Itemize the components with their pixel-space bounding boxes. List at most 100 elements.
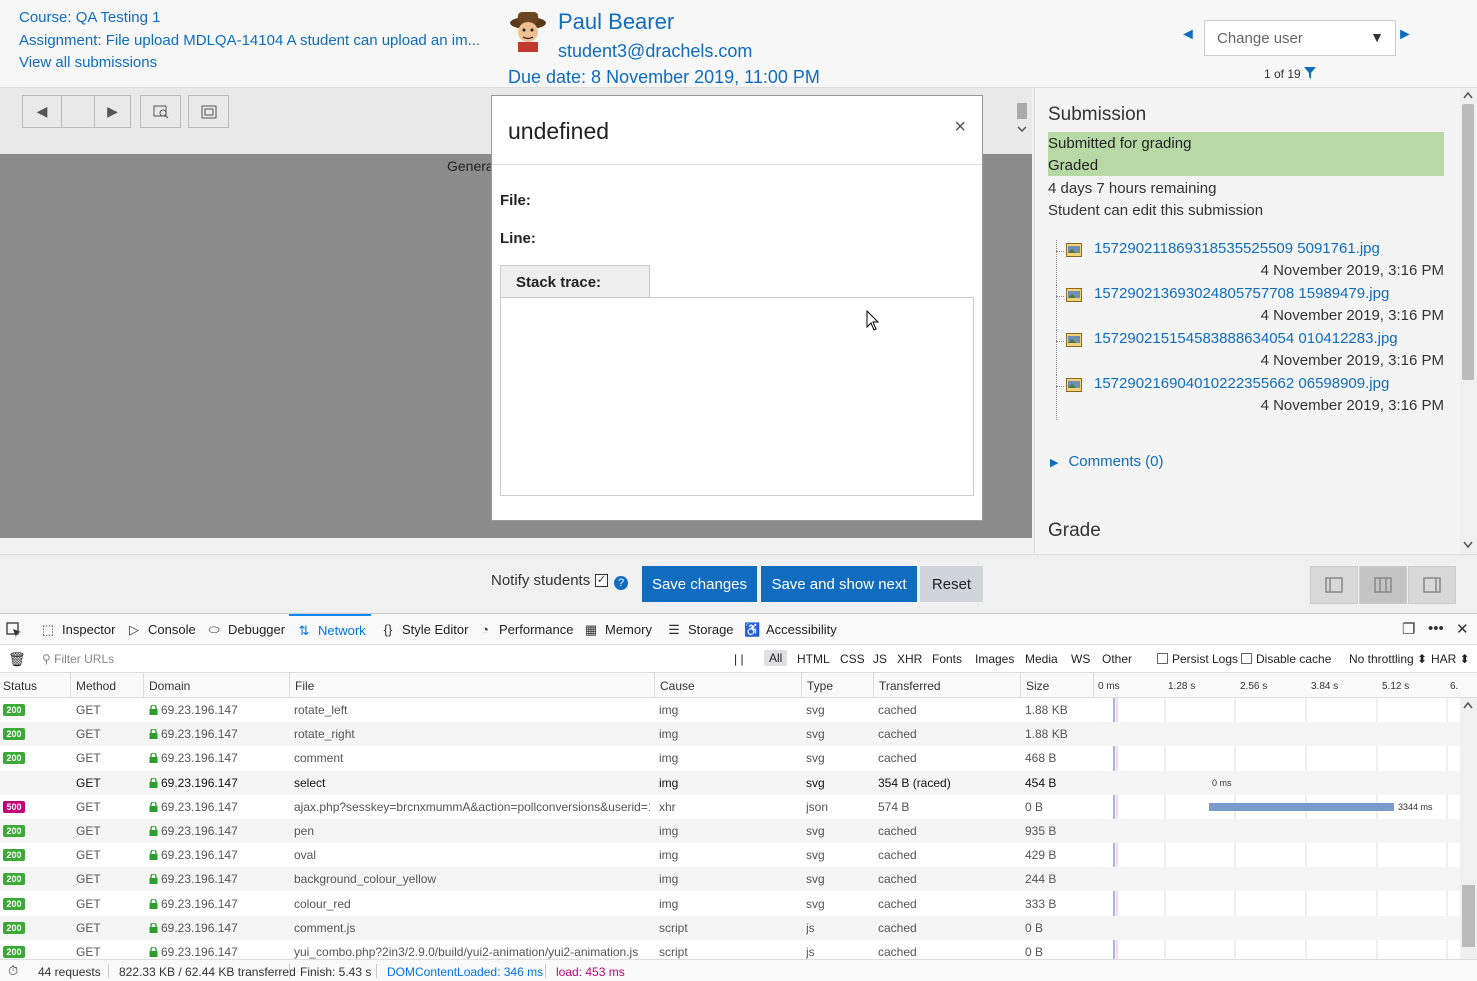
user-email[interactable]: student3@drachels.com	[558, 41, 752, 62]
next-user-arrow-icon[interactable]: ►	[1397, 26, 1413, 44]
network-row[interactable]: GET 69.23.196.147 select img svg 354 B (raced…	[0, 770, 1460, 795]
file-name[interactable]: 157290211869318535525509 5091761.jpg	[1094, 240, 1380, 257]
pdf-scrollbar[interactable]	[1014, 98, 1030, 138]
col-size[interactable]: Size	[1026, 679, 1049, 693]
tab-memory[interactable]: ▦ Memory	[583, 614, 652, 645]
stack-trace-tab[interactable]: Stack trace:	[500, 265, 650, 298]
filter-css[interactable]: CSS	[840, 652, 865, 666]
row-domain-text: 69.23.196.147	[161, 920, 238, 935]
network-row[interactable]: 200 GET 69.23.196.147 comment.js script js cac…	[0, 915, 1460, 940]
filter-all[interactable]: All	[764, 650, 788, 666]
file-item[interactable]: 157290215154583888634054 010412283.jpg 4 …	[1056, 330, 1446, 375]
tab-accessibility[interactable]: ♿ Accessibility	[744, 614, 837, 645]
save-changes-button[interactable]: Save changes	[642, 566, 757, 602]
tab-console[interactable]: ▷ Console	[126, 614, 196, 645]
finish-time: Finish: 5.43 s	[300, 965, 372, 979]
col-transferred[interactable]: Transferred	[879, 679, 941, 693]
help-icon[interactable]: ?	[614, 576, 628, 590]
user-name[interactable]: Paul Bearer	[558, 9, 674, 35]
network-scrollbar[interactable]	[1460, 698, 1477, 972]
disable-cache-checkbox[interactable]: Disable cache	[1241, 652, 1331, 666]
col-domain[interactable]: Domain	[149, 679, 190, 693]
tab-inspector[interactable]: ⬚ Inspector	[40, 614, 116, 645]
pdf-text: Genera	[447, 158, 494, 174]
pause-icon[interactable]: | |	[734, 652, 744, 666]
trash-icon[interactable]: 🗑	[8, 651, 26, 668]
tab-storage[interactable]: ☰ Storage	[666, 614, 733, 645]
change-user-label: Change user	[1217, 30, 1303, 47]
reset-button[interactable]: Reset	[920, 566, 983, 602]
filter-urls-input[interactable]: ⚲ Filter URLs	[42, 652, 114, 666]
file-date: 4 November 2019, 3:16 PM	[1260, 397, 1444, 414]
prev-page-button[interactable]: ◀	[22, 95, 62, 128]
filter-js[interactable]: JS	[873, 652, 887, 666]
filter-html[interactable]: HTML	[797, 652, 830, 666]
row-type: svg	[806, 775, 825, 790]
tab-inspector-label: Inspector	[62, 622, 116, 637]
throttling-select[interactable]: No throttling ⬍	[1349, 652, 1427, 666]
filter-images[interactable]: Images	[975, 652, 1014, 666]
persist-logs-checkbox[interactable]: Persist Logs	[1157, 652, 1238, 666]
layout-collapse-grade-button[interactable]	[1408, 566, 1456, 604]
dock-icon[interactable]: ❐	[1402, 620, 1415, 638]
col-file[interactable]: File	[295, 679, 314, 693]
stack-trace-box	[500, 297, 974, 496]
tab-performance[interactable]: ◔ Performance	[477, 614, 573, 645]
lock-icon	[149, 898, 158, 909]
network-row[interactable]: 200 GET 69.23.196.147 oval img svg cached 429 B	[0, 843, 1460, 867]
file-name[interactable]: 157290216904010222355662 06598909.jpg	[1094, 375, 1389, 392]
prev-user-arrow-icon[interactable]: ◄	[1180, 26, 1196, 44]
view-all-submissions-link[interactable]: View all submissions	[19, 54, 157, 71]
layout-collapse-review-button[interactable]	[1310, 566, 1358, 604]
more-options-icon[interactable]: •••	[1428, 620, 1444, 637]
notify-students-checkbox[interactable]: ✓	[595, 574, 608, 587]
filter-ws[interactable]: WS	[1071, 652, 1090, 666]
col-type[interactable]: Type	[807, 679, 833, 693]
filter-other[interactable]: Other	[1102, 652, 1132, 666]
expand-button[interactable]	[188, 95, 229, 128]
filter-icon[interactable]	[1304, 67, 1316, 79]
edit-note: Student can edit this submission	[1048, 202, 1264, 219]
filter-xhr[interactable]: XHR	[897, 652, 922, 666]
close-devtools-icon[interactable]: ✕	[1456, 620, 1469, 638]
layout-center-icon	[1374, 577, 1392, 593]
layout-default-button[interactable]	[1359, 566, 1407, 604]
tree-line	[1056, 285, 1066, 330]
network-row[interactable]: 200 GET 69.23.196.147 rotate_left img svg cach…	[0, 698, 1460, 722]
har-menu[interactable]: HAR ⬍	[1431, 652, 1470, 666]
network-row[interactable]: 200 GET 69.23.196.147 comment img svg cached 46…	[0, 746, 1460, 770]
change-user-select[interactable]: Change user ▼	[1204, 20, 1396, 56]
tab-debugger[interactable]: ⬭ Debugger	[206, 614, 285, 645]
row-transferred: cached	[878, 751, 917, 766]
row-type: svg	[806, 751, 825, 766]
file-item[interactable]: 157290216904010222355662 06598909.jpg 4 N…	[1056, 375, 1446, 420]
filter-fonts[interactable]: Fonts	[932, 652, 962, 666]
tab-style-editor[interactable]: {} Style Editor	[380, 614, 469, 645]
page-select[interactable]	[61, 95, 95, 128]
col-status[interactable]: Status	[3, 679, 37, 693]
col-method[interactable]: Method	[76, 679, 116, 693]
course-link[interactable]: Course: QA Testing 1	[19, 9, 160, 26]
filter-media[interactable]: Media	[1025, 652, 1058, 666]
close-icon[interactable]: ×	[954, 116, 966, 139]
comments-toggle[interactable]: ▶ Comments (0)	[1050, 453, 1164, 470]
network-row[interactable]: 500 GET 69.23.196.147 ajax.php?sesskey=brcn…	[0, 795, 1460, 819]
file-item[interactable]: 157290213693024805757708 15989479.jpg 4 N…	[1056, 285, 1446, 330]
next-page-button[interactable]: ▶	[94, 95, 131, 128]
file-name[interactable]: 157290215154583888634054 010412283.jpg	[1094, 330, 1398, 347]
col-cause[interactable]: Cause	[660, 679, 695, 693]
tab-network[interactable]: ⇅ Network	[289, 614, 371, 645]
file-item[interactable]: 157290211869318535525509 5091761.jpg 4 No…	[1056, 240, 1446, 285]
row-transferred: cached	[878, 824, 917, 838]
network-row[interactable]: 200 GET 69.23.196.147 colour_red img svg cache…	[0, 892, 1460, 916]
network-row[interactable]: 200 GET 69.23.196.147 rotate_right img svg cac…	[0, 722, 1460, 747]
assignment-link[interactable]: Assignment: File upload MDLQA-14104 A st…	[19, 32, 480, 49]
save-and-show-next-button[interactable]: Save and show next	[761, 566, 917, 602]
network-row[interactable]: 200 GET 69.23.196.147 pen img svg cached 935 B	[0, 819, 1460, 843]
file-name[interactable]: 157290213693024805757708 15989479.jpg	[1094, 285, 1389, 302]
row-size: 468 B	[1025, 751, 1057, 766]
network-row[interactable]: 200 GET 69.23.196.147 background_colour_yel…	[0, 867, 1460, 892]
pick-element-icon[interactable]	[6, 622, 22, 638]
submission-scrollbar-thumb[interactable]	[1462, 104, 1474, 380]
search-comments-button[interactable]	[140, 95, 181, 128]
